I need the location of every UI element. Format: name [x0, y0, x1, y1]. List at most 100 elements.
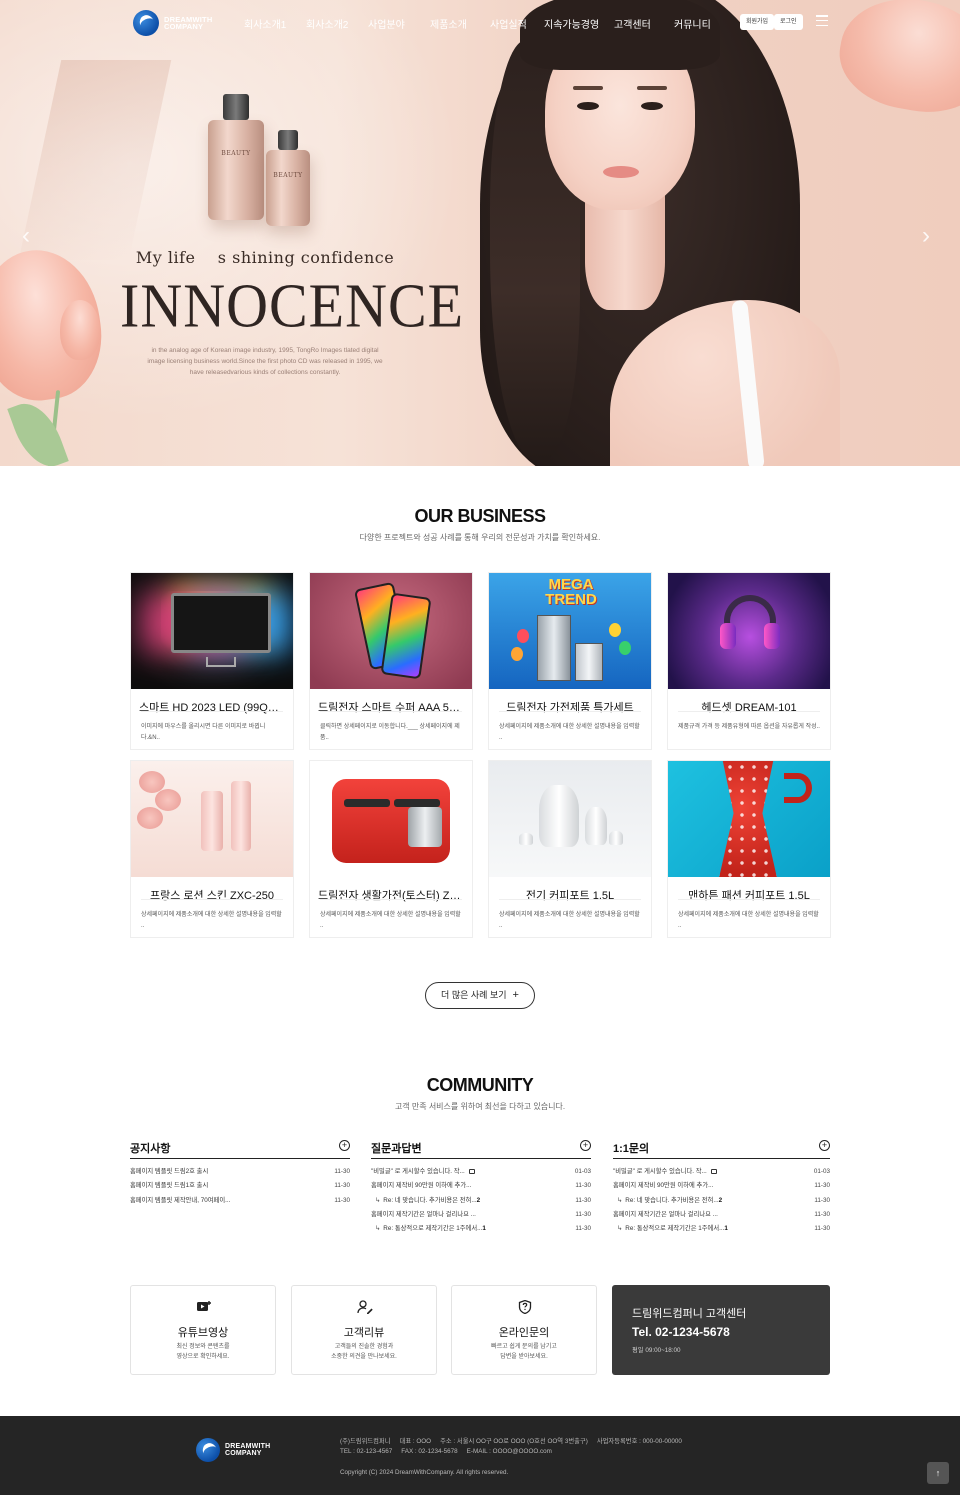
logo-icon	[196, 1438, 220, 1462]
board-title[interactable]: 1:1문의	[613, 1143, 649, 1155]
nav-item-support[interactable]: 고객센터	[614, 16, 674, 31]
tv-product-image	[131, 573, 293, 689]
comment-count: 1	[724, 1225, 728, 1233]
shield-question-icon	[518, 1300, 532, 1314]
footer-logo[interactable]: DREAMWITH COMPANY	[196, 1438, 270, 1462]
service-title: 온라인문의	[498, 1327, 550, 1339]
bottle-label: BEAUTY	[221, 150, 251, 157]
business-card[interactable]: 드림전자 스마트 수퍼 AAA 5G 512GB 클릭하면 상세페이지로 이동합…	[309, 572, 473, 750]
board-title[interactable]: 공지사항	[130, 1143, 170, 1155]
business-card[interactable]: 맨하튼 패션 커피포트 1.5L 상세페이지에 제품소개에 대한 상세한 설명내…	[667, 760, 831, 938]
card-title: 스마트 HD 2023 LED (99QNED80JRA) 138cm	[139, 702, 285, 714]
video-add-icon	[197, 1301, 211, 1311]
hero-subtitle: My life s shining confidence	[135, 248, 395, 267]
plus-icon: +	[512, 989, 519, 1001]
list-item[interactable]: "비밀글" 로 게시할수 있습니다. 작... 01-03	[371, 1165, 591, 1179]
kettle-product-image	[489, 761, 651, 877]
reply-arrow-icon: ↳	[375, 1225, 381, 1233]
board-title[interactable]: 질문과답변	[371, 1143, 422, 1155]
card-title: 드림전자 생활가전(토스터) ZXC-QWE	[318, 890, 464, 902]
scroll-top-button[interactable]: ↑	[927, 1462, 949, 1484]
list-item[interactable]: ↳ Re: 통상적으로 제작기간은 1주에서...1 11-30	[371, 1222, 591, 1236]
lock-icon	[468, 1169, 475, 1174]
perfume-bottle-image: BEAUTY	[208, 94, 264, 220]
nav-item-about1[interactable]: 회사소개1	[244, 16, 306, 31]
board-notice: 공지사항 + 홈페이지 템플릿 드림2호 출시 11-30 홈페이지 템플릿 드림…	[130, 1139, 350, 1208]
nav-item-community[interactable]: 커뮤니티	[674, 16, 714, 31]
card-description: 상세페이지에 제품소개에 대한 상세한 설명내용을 입력할 ..	[499, 912, 640, 929]
card-title: 프랑스 로션 스킨 ZXC-250	[149, 890, 275, 902]
list-item[interactable]: 홈페이지 제작비 90만원 이하에 추가... 11-30	[613, 1179, 830, 1193]
online-inquiry-box[interactable]: 온라인문의 빠르고 쉽게 문의를 남기고 답변을 받아보세요.	[451, 1285, 597, 1375]
board-post-list: "비밀글" 로 게시할수 있습니다. 작... 01-03 홈페이지 제작비 90…	[613, 1165, 830, 1236]
reply-arrow-icon: ↳	[617, 1196, 623, 1204]
list-item[interactable]: 홈페이지 제작기간은 얼마나 걸리나요 ... 11-30	[613, 1208, 830, 1222]
board-post-list: "비밀글" 로 게시할수 있습니다. 작... 01-03 홈페이지 제작비 90…	[371, 1165, 591, 1236]
cs-title: 드림위드컴퍼니 고객센터	[632, 1308, 747, 1320]
smartphone-product-image	[310, 573, 472, 689]
appliance-set-product-image: MEGA TREND	[489, 573, 651, 689]
cs-phone[interactable]: Tel. 02-1234-5678	[632, 1325, 730, 1339]
toaster-product-image	[310, 761, 472, 877]
card-description: 제품규격 가격 등 제품유형에 따른 옵션을 자유롭게 작성..	[678, 724, 820, 730]
list-item[interactable]: ↳ Re: 네 맞습니다. 추가비용은 전혀...2 11-30	[613, 1194, 830, 1208]
reply-arrow-icon: ↳	[375, 1196, 381, 1204]
comment-count: 2	[718, 1196, 723, 1204]
list-item[interactable]: ↳ Re: 통상적으로 제작기간은 1주에서...1 11-30	[613, 1222, 830, 1236]
hero-title: INNOCENCE	[120, 270, 465, 341]
slide-next-arrow-icon[interactable]: ›	[922, 222, 930, 250]
card-title: 맨하튼 패션 커피포트 1.5L	[688, 890, 810, 902]
service-description: 고객들의 진솔한 경험과 소중한 의견을 만나보세요.	[331, 1344, 397, 1360]
business-card[interactable]: MEGA TREND 드림전자 가전제품 특가세트 상세페이지에 제품소개에 대…	[488, 572, 652, 750]
login-button[interactable]: 로그인	[774, 14, 803, 30]
menu-hamburger-icon[interactable]	[816, 15, 828, 26]
list-item[interactable]: "비밀글" 로 게시할수 있습니다. 작... 01-03	[613, 1165, 830, 1179]
card-description: 클릭하면 상세페이지로 이동합니다.___ 상세페이지에 제품..	[320, 724, 460, 741]
customer-center-box: 드림위드컴퍼니 고객센터 Tel. 02-1234-5678 평일 09:00~…	[612, 1285, 830, 1375]
user-edit-icon	[357, 1300, 373, 1314]
business-card[interactable]: 헤드셋 DREAM-101 제품규격 가격 등 제품유형에 따른 옵션을 자유롭…	[667, 572, 831, 750]
nav-item-sustainability[interactable]: 지속가능경영	[544, 16, 614, 31]
nav-item-portfolio[interactable]: 사업실적	[490, 16, 544, 31]
business-card[interactable]: 스마트 HD 2023 LED (99QNED80JRA) 138cm 이미지에…	[130, 572, 294, 750]
coffee-pot-product-image	[668, 761, 830, 877]
card-description: 상세페이지에 제품소개에 대한 상세한 설명내용을 입력할 ..	[320, 912, 461, 929]
join-button[interactable]: 회원가입	[740, 14, 775, 30]
list-item[interactable]: 홈페이지 제작기간은 얼마나 걸리나요 ... 11-30	[371, 1208, 591, 1222]
board-qna: 질문과답변 + "비밀글" 로 게시할수 있습니다. 작... 01-03 홈페이…	[371, 1139, 591, 1236]
list-item[interactable]: ↳ Re: 네 맞습니다. 추가비용은 전혀...2 11-30	[371, 1194, 591, 1208]
business-card[interactable]: 드림전자 생활가전(토스터) ZXC-QWE 상세페이지에 제품소개에 대한 상…	[309, 760, 473, 938]
list-item[interactable]: 홈페이지 제작비 90만원 이하에 추가... 11-30	[371, 1179, 591, 1193]
slide-prev-arrow-icon[interactable]: ‹	[22, 222, 30, 250]
nav-item-about2[interactable]: 회사소개2	[306, 16, 368, 31]
site-logo[interactable]: DREAMWITH COMPANY	[133, 10, 212, 36]
list-item[interactable]: 홈페이지 템플릿 드림1호 출시 11-30	[130, 1179, 350, 1193]
nav-item-products[interactable]: 제품소개	[430, 16, 490, 31]
reply-arrow-icon: ↳	[617, 1225, 623, 1233]
main-nav: 회사소개1 회사소개2 사업분야 제품소개 사업실적 지속가능경영 고객센터 커…	[244, 16, 714, 31]
more-cases-button[interactable]: 더 많은 사례 보기 +	[425, 982, 535, 1009]
logo-icon	[133, 10, 159, 36]
site-header: DREAMWITH COMPANY 회사소개1 회사소개2 사업분야 제품소개 …	[0, 0, 960, 44]
bottle-label: BEAUTY	[273, 172, 303, 179]
service-description: 빠르고 쉽게 문의를 남기고 답변을 받아보세요.	[491, 1344, 557, 1360]
hero-banner: BEAUTY BEAUTY My life s shining confiden…	[0, 0, 960, 466]
business-card[interactable]: 전기 커피포트 1.5L 상세페이지에 제품소개에 대한 상세한 설명내용을 입…	[488, 760, 652, 938]
tulip-bud-image	[60, 300, 100, 360]
board-more-plus-icon[interactable]: +	[819, 1140, 830, 1151]
board-post-list: 홈페이지 템플릿 드림2호 출시 11-30 홈페이지 템플릿 드림1호 출시 11…	[130, 1165, 350, 1208]
board-more-plus-icon[interactable]: +	[339, 1140, 350, 1151]
youtube-video-box[interactable]: 유튜브영상 최신 정보와 콘텐츠를 영상으로 확인하세요.	[130, 1285, 276, 1375]
customer-review-box[interactable]: 고객리뷰 고객들의 진솔한 경험과 소중한 의견을 만나보세요.	[291, 1285, 437, 1375]
card-description: 상세페이지에 제품소개에 대한 상세한 설명내용을 입력할 ..	[499, 724, 640, 741]
card-description: 상세페이지에 제품소개에 대한 상세한 설명내용을 입력할 ..	[141, 912, 282, 929]
lotion-product-image	[131, 761, 293, 877]
business-card[interactable]: 프랑스 로션 스킨 ZXC-250 상세페이지에 제품소개에 대한 상세한 설명…	[130, 760, 294, 938]
card-title: 드림전자 스마트 수퍼 AAA 5G 512GB	[318, 702, 464, 714]
list-item[interactable]: 홈페이지 템플릿 제작안내, 70여페이... 11-30	[130, 1194, 350, 1208]
footer-copyright: Copyright (C) 2024 DreamWithCompany. All…	[340, 1469, 509, 1476]
board-more-plus-icon[interactable]: +	[580, 1140, 591, 1151]
list-item[interactable]: 홈페이지 템플릿 드림2호 출시 11-30	[130, 1165, 350, 1179]
nav-item-business[interactable]: 사업분야	[368, 16, 430, 31]
card-title: 드림전자 가전제품 특가세트	[506, 702, 634, 714]
